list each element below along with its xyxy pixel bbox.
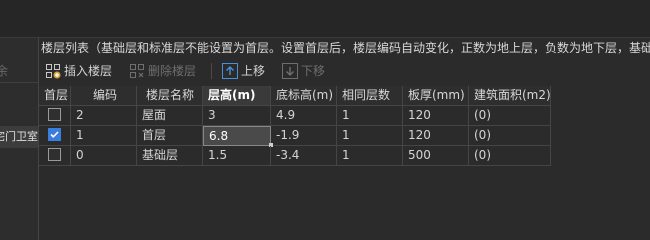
table-cell-bottom-elevation[interactable]: 4.9 xyxy=(271,106,337,126)
table-cell-slab-thickness[interactable]: 120 xyxy=(403,126,469,146)
table-cell-bottom-elevation[interactable]: -3.4 xyxy=(271,146,337,166)
first-floor-checkbox[interactable] xyxy=(39,106,71,126)
col-header-first-floor[interactable]: 首层 xyxy=(39,86,71,106)
table-cell-same-floors[interactable]: 1 xyxy=(337,106,403,126)
checkbox-checked-icon xyxy=(48,128,61,141)
checkbox-icon xyxy=(48,148,61,161)
table-cell-same-floors[interactable]: 1 xyxy=(337,126,403,146)
tree-item-partial[interactable]: 余 xyxy=(0,60,34,82)
move-up-button[interactable]: 上移 xyxy=(222,62,265,80)
table-cell-name[interactable]: 基础层 xyxy=(137,146,203,166)
table-cell-name[interactable]: 屋面 xyxy=(137,106,203,126)
col-header-slab-thickness[interactable]: 板厚(mm) xyxy=(403,86,469,106)
table-cell-height[interactable]: 3 xyxy=(203,106,271,126)
col-header-bottom-elevation[interactable]: 底标高(m) xyxy=(271,86,337,106)
col-header-height[interactable]: 层高(m) xyxy=(203,86,271,106)
arrow-up-icon xyxy=(222,62,238,79)
table-cell-floor-area[interactable]: (0) xyxy=(469,146,551,166)
floor-list-panel: 楼层列表（基础层和标准层不能设置为首层。设置首层后，楼层编码自动变化，正数为地上… xyxy=(39,38,650,240)
move-up-label: 上移 xyxy=(241,64,266,78)
delete-floor-icon xyxy=(129,63,145,79)
table-cell-bottom-elevation[interactable]: -1.9 xyxy=(271,126,337,146)
tree-item-selected[interactable]: 宅门卫室 xyxy=(0,126,38,148)
table-cell-code[interactable]: 0 xyxy=(71,146,137,166)
height-edit-input[interactable]: 6.8 xyxy=(203,126,271,146)
col-header-same-floors[interactable]: 相同层数 xyxy=(337,86,403,106)
toolbar: 插入楼层 删除楼层 上移 下移 xyxy=(39,59,650,83)
table-cell-same-floors[interactable]: 1 xyxy=(337,146,403,166)
col-header-floor-name[interactable]: 楼层名称 xyxy=(137,86,203,106)
table-cell-height[interactable]: 1.5 xyxy=(203,146,271,166)
table-cell-slab-thickness[interactable]: 500 xyxy=(403,146,469,166)
divider xyxy=(0,82,38,83)
insert-floor-label: 插入楼层 xyxy=(64,64,113,78)
insert-floor-button[interactable]: 插入楼层 xyxy=(45,62,112,80)
checkbox-icon xyxy=(48,108,61,121)
table-cell-name[interactable]: 首层 xyxy=(137,126,203,146)
table-cell-code[interactable]: 1 xyxy=(71,126,137,146)
table-cell-floor-area[interactable]: (0) xyxy=(469,126,551,146)
first-floor-checkbox[interactable] xyxy=(39,126,71,146)
table-cell-slab-thickness[interactable]: 120 xyxy=(403,106,469,126)
insert-floor-icon xyxy=(45,63,61,79)
top-bar xyxy=(0,0,650,38)
arrow-down-icon xyxy=(282,62,298,79)
floor-tree-panel: 余 宅门卫室 xyxy=(0,38,39,240)
panel-description: 楼层列表（基础层和标准层不能设置为首层。设置首层后，楼层编码自动变化，正数为地上… xyxy=(41,41,650,55)
delete-floor-label: 删除楼层 xyxy=(148,64,197,78)
col-header-floor-area[interactable]: 建筑面积(m2) xyxy=(469,86,551,106)
table-cell-code[interactable]: 2 xyxy=(71,106,137,126)
delete-floor-button[interactable]: 删除楼层 xyxy=(129,62,196,80)
col-header-code[interactable]: 编码 xyxy=(71,86,137,106)
table-cell-floor-area[interactable]: (0) xyxy=(469,106,551,126)
move-down-button[interactable]: 下移 xyxy=(282,62,325,80)
toolbar-separator xyxy=(211,63,212,79)
move-down-label: 下移 xyxy=(301,64,326,78)
first-floor-checkbox[interactable] xyxy=(39,146,71,166)
